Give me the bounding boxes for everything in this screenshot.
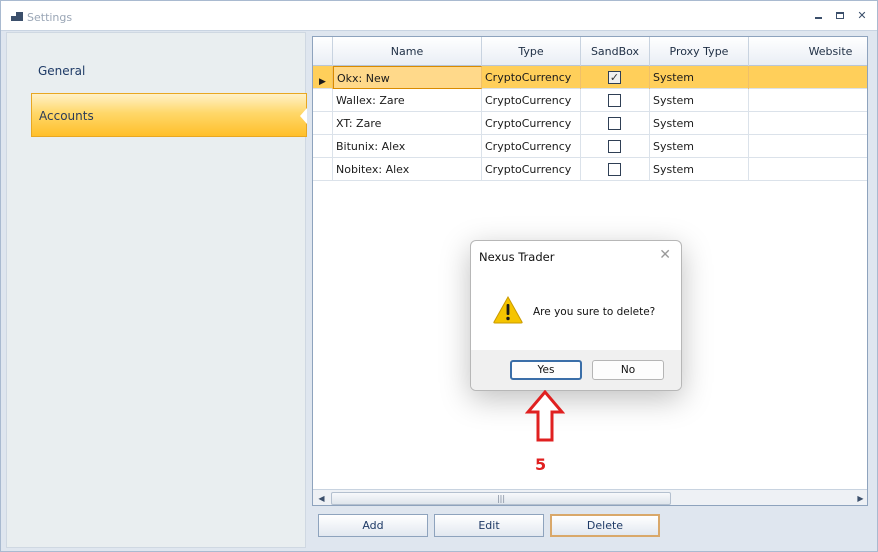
cell-name[interactable]: Nobitex: Alex (333, 158, 482, 181)
nav-item-label: Accounts (39, 109, 94, 123)
maximize-button[interactable] (833, 9, 847, 23)
nav-item-label: General (38, 64, 86, 78)
table-row[interactable]: ▶ Okx: New CryptoCurrency ✓ System (313, 66, 867, 89)
minimize-icon (814, 17, 822, 19)
cell-proxy-type[interactable]: System (650, 158, 749, 181)
selection-notch (300, 108, 307, 124)
nav-item-accounts[interactable]: Accounts (31, 93, 307, 137)
cell-name[interactable]: XT: Zare (333, 112, 482, 135)
step-number: 5 (535, 455, 547, 474)
dialog-footer: Yes No (471, 350, 681, 390)
cell-proxy-type[interactable]: System (650, 112, 749, 135)
cell-website[interactable] (749, 112, 867, 135)
cell-type[interactable]: CryptoCurrency (482, 112, 581, 135)
dialog-close-icon[interactable]: ✕ (659, 247, 671, 263)
cell-sandbox[interactable] (581, 112, 650, 135)
app-icon (11, 12, 23, 22)
column-header-name[interactable]: Name (333, 37, 482, 66)
settings-nav: General Accounts (6, 32, 307, 548)
sandbox-checkbox[interactable]: ✓ (608, 71, 621, 84)
row-header-corner (313, 37, 333, 66)
row-header[interactable]: ▶ (313, 66, 333, 89)
close-button[interactable]: ✕ (855, 9, 869, 23)
confirm-delete-dialog: Nexus Trader ✕ Are you sure to delete? Y… (470, 240, 682, 391)
scroll-right-icon[interactable]: ▶ (852, 490, 867, 505)
table-row[interactable]: Nobitex: Alex CryptoCurrency System (313, 158, 867, 181)
close-icon: ✕ (857, 9, 867, 22)
row-header[interactable] (313, 135, 333, 158)
cell-website[interactable] (749, 135, 867, 158)
scroll-left-icon[interactable]: ◀ (313, 490, 330, 505)
cell-type[interactable]: CryptoCurrency (482, 158, 581, 181)
cell-type[interactable]: CryptoCurrency (482, 135, 581, 158)
warning-icon (493, 296, 523, 324)
horizontal-scrollbar[interactable]: ◀ ||| ▶ (313, 489, 867, 505)
column-header-website[interactable]: Website (749, 37, 867, 66)
delete-button[interactable]: Delete (550, 514, 660, 537)
cell-proxy-type[interactable]: System (650, 135, 749, 158)
cell-type[interactable]: CryptoCurrency (482, 66, 581, 89)
cell-website[interactable] (749, 89, 867, 112)
yes-button[interactable]: Yes (510, 360, 582, 380)
edit-button[interactable]: Edit (434, 514, 544, 537)
cell-sandbox[interactable] (581, 89, 650, 112)
cell-name[interactable]: Bitunix: Alex (333, 135, 482, 158)
maximize-icon (836, 12, 844, 19)
sandbox-checkbox[interactable] (608, 140, 621, 153)
cell-proxy-type[interactable]: System (650, 89, 749, 112)
cell-sandbox[interactable] (581, 158, 650, 181)
scrollbar-thumb[interactable]: ||| (331, 492, 671, 505)
sandbox-checkbox[interactable] (608, 117, 621, 130)
column-header-sandbox[interactable]: SandBox (581, 37, 650, 66)
table-row[interactable]: Wallex: Zare CryptoCurrency System (313, 89, 867, 112)
window-title: Settings (27, 11, 73, 24)
sandbox-checkbox[interactable] (608, 94, 621, 107)
title-bar: Settings ✕ (1, 1, 877, 31)
cell-name[interactable]: Okx: New (333, 66, 482, 89)
row-header[interactable] (313, 89, 333, 112)
cell-name[interactable]: Wallex: Zare (333, 89, 482, 112)
grid-header: Name Type SandBox Proxy Type Website (313, 37, 867, 66)
current-row-icon: ▶ (319, 77, 326, 87)
minimize-button[interactable] (811, 9, 825, 23)
no-button[interactable]: No (592, 360, 664, 380)
cell-website[interactable] (749, 66, 867, 89)
cell-type[interactable]: CryptoCurrency (482, 89, 581, 112)
sandbox-checkbox[interactable] (608, 163, 621, 176)
table-row[interactable]: Bitunix: Alex CryptoCurrency System (313, 135, 867, 158)
settings-window: Settings ✕ General Accounts Name Type Sa… (0, 0, 878, 552)
dialog-title: Nexus Trader (479, 250, 555, 264)
cell-website[interactable] (749, 158, 867, 181)
column-header-proxy-type[interactable]: Proxy Type (650, 37, 749, 66)
table-row[interactable]: XT: Zare CryptoCurrency System (313, 112, 867, 135)
add-button[interactable]: Add (318, 514, 428, 537)
cell-sandbox[interactable] (581, 135, 650, 158)
row-header[interactable] (313, 112, 333, 135)
column-header-type[interactable]: Type (482, 37, 581, 66)
dialog-message: Are you sure to delete? (533, 306, 656, 318)
row-header[interactable] (313, 158, 333, 181)
cell-proxy-type[interactable]: System (650, 66, 749, 89)
cell-sandbox[interactable]: ✓ (581, 66, 650, 89)
annotation-arrow-icon (525, 390, 565, 442)
nav-item-general[interactable]: General (31, 49, 307, 93)
